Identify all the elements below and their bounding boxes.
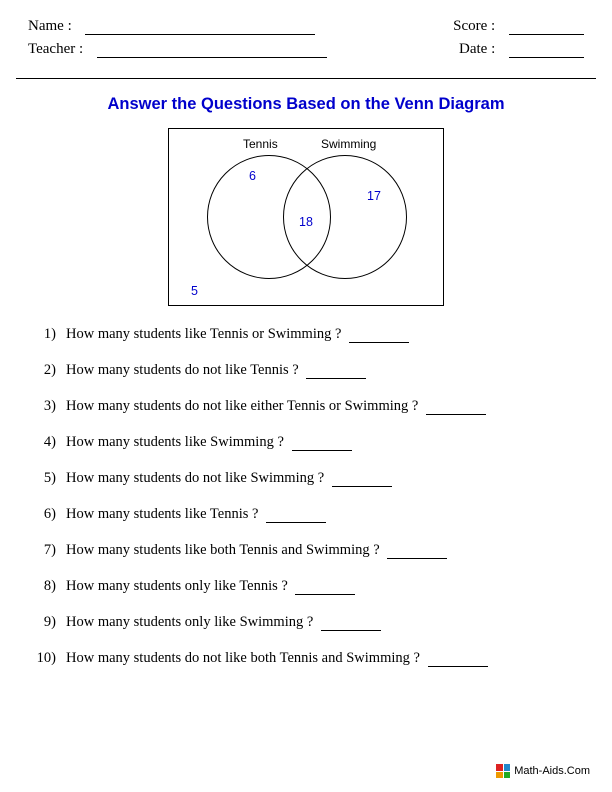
answer-blank[interactable] (426, 402, 486, 415)
venn-left-label: Tennis (243, 137, 278, 151)
worksheet-title: Answer the Questions Based on the Venn D… (0, 95, 612, 114)
question-text: How many students like Tennis ? (66, 506, 262, 523)
question-text: How many students like both Tennis and S… (66, 542, 383, 559)
venn-intersection-value: 18 (299, 215, 313, 229)
answer-blank[interactable] (292, 438, 352, 451)
question-number: 9) (36, 614, 66, 631)
teacher-label: Teacher : (28, 41, 87, 58)
question-number: 8) (36, 578, 66, 595)
question-row: 10) How many students do not like both T… (36, 650, 572, 667)
score-label: Score : (453, 18, 499, 35)
question-text: How many students do not like Tennis ? (66, 362, 302, 379)
question-text: How many students only like Swimming ? (66, 614, 317, 631)
answer-blank[interactable] (332, 474, 392, 487)
venn-diagram: Tennis Swimming 6 17 18 5 (168, 128, 444, 306)
answer-blank[interactable] (428, 654, 488, 667)
date-input-line[interactable] (509, 44, 584, 58)
logo-icon (496, 764, 510, 778)
question-text: How many students do not like both Tenni… (66, 650, 424, 667)
venn-left-only-value: 6 (249, 169, 256, 183)
question-row: 5) How many students do not like Swimmin… (36, 470, 572, 487)
answer-blank[interactable] (306, 366, 366, 379)
question-row: 7) How many students like both Tennis an… (36, 542, 572, 559)
score-input-line[interactable] (509, 21, 584, 35)
questions-list: 1) How many students like Tennis or Swim… (0, 326, 612, 667)
question-number: 5) (36, 470, 66, 487)
question-number: 10) (36, 650, 66, 667)
venn-right-only-value: 17 (367, 189, 381, 203)
date-label: Date : (459, 41, 499, 58)
answer-blank[interactable] (266, 510, 326, 523)
question-text: How many students do not like Swimming ? (66, 470, 328, 487)
question-number: 7) (36, 542, 66, 559)
question-row: 2) How many students do not like Tennis … (36, 362, 572, 379)
teacher-input-line[interactable] (97, 44, 327, 58)
question-text: How many students do not like either Ten… (66, 398, 422, 415)
question-number: 1) (36, 326, 66, 343)
venn-right-label: Swimming (321, 137, 376, 151)
footer-text: Math-Aids.Com (514, 765, 590, 777)
question-number: 3) (36, 398, 66, 415)
question-text: How many students like Swimming ? (66, 434, 288, 451)
question-text: How many students only like Tennis ? (66, 578, 291, 595)
question-number: 6) (36, 506, 66, 523)
question-row: 9) How many students only like Swimming … (36, 614, 572, 631)
question-number: 4) (36, 434, 66, 451)
question-row: 4) How many students like Swimming ? (36, 434, 572, 451)
header-divider (16, 78, 596, 79)
answer-blank[interactable] (349, 330, 409, 343)
question-row: 6) How many students like Tennis ? (36, 506, 572, 523)
question-row: 1) How many students like Tennis or Swim… (36, 326, 572, 343)
question-row: 3) How many students do not like either … (36, 398, 572, 415)
answer-blank[interactable] (387, 546, 447, 559)
worksheet-header: Name : Score : Teacher : Date : (0, 0, 612, 72)
footer-attribution: Math-Aids.Com (496, 764, 590, 778)
answer-blank[interactable] (295, 582, 355, 595)
answer-blank[interactable] (321, 618, 381, 631)
venn-outside-value: 5 (191, 284, 198, 298)
question-row: 8) How many students only like Tennis ? (36, 578, 572, 595)
question-number: 2) (36, 362, 66, 379)
name-label: Name : (28, 18, 75, 35)
question-text: How many students like Tennis or Swimmin… (66, 326, 345, 343)
name-input-line[interactable] (85, 21, 315, 35)
